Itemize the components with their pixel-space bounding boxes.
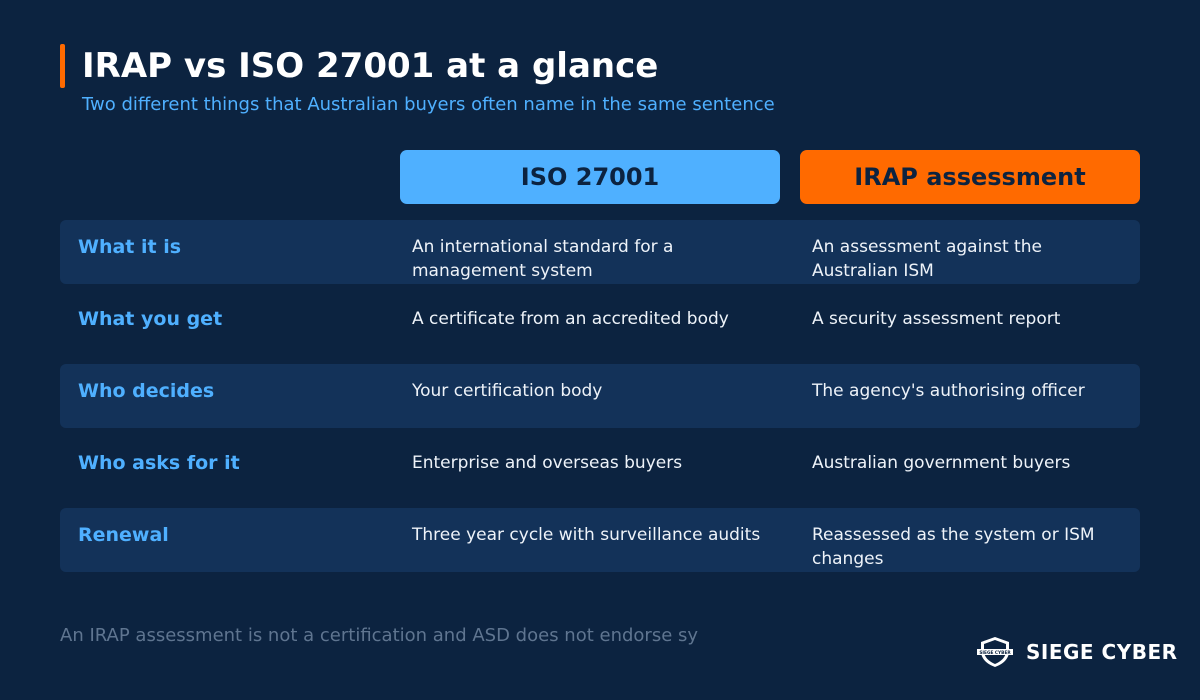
table-row: Renewal Three year cycle with surveillan… [60, 508, 1140, 572]
table-row: Who asks for it Enterprise and overseas … [60, 436, 1140, 500]
row-label: Who decides [78, 380, 215, 402]
iso-cell: Your certification body [412, 381, 603, 401]
comparison-table: What it is An international standard for… [60, 220, 1140, 580]
irap-cell: A security assessment report [812, 309, 1061, 329]
page-subtitle: Two different things that Australian buy… [82, 94, 775, 115]
brand-name: SIEGE CYBER [1026, 640, 1178, 664]
irap-cell: Australian government buyers [812, 453, 1071, 473]
row-label: Who asks for it [78, 452, 240, 474]
irap-cell: An assessment against the Australian ISM [812, 237, 1042, 281]
iso-cell: An international standard for a manageme… [412, 237, 674, 281]
row-label: Renewal [78, 524, 169, 546]
footnote: An IRAP assessment is not a certificatio… [60, 625, 699, 646]
shield-icon: SIEGE CYBER [977, 637, 1013, 667]
column-header-iso: ISO 27001 [400, 150, 780, 204]
irap-cell: Reassessed as the system or ISM changes [812, 525, 1095, 569]
brand-logo: SIEGE CYBER SIEGE CYBER [976, 636, 1178, 668]
title-accent-bar [60, 44, 65, 88]
row-label: What you get [78, 308, 223, 330]
page-title: IRAP vs ISO 27001 at a glance [82, 46, 659, 86]
row-label: What it is [78, 236, 182, 258]
logo-lettering: SIEGE CYBER [979, 650, 1011, 656]
table-row: Who decides Your certification body The … [60, 364, 1140, 428]
table-row: What you get A certificate from an accre… [60, 292, 1140, 356]
irap-cell: The agency's authorising officer [812, 381, 1085, 401]
iso-cell: Three year cycle with surveillance audit… [412, 525, 761, 545]
table-row: What it is An international standard for… [60, 220, 1140, 284]
column-header-irap: IRAP assessment [800, 150, 1140, 204]
iso-cell: Enterprise and overseas buyers [412, 453, 683, 473]
iso-cell: A certificate from an accredited body [412, 309, 729, 329]
